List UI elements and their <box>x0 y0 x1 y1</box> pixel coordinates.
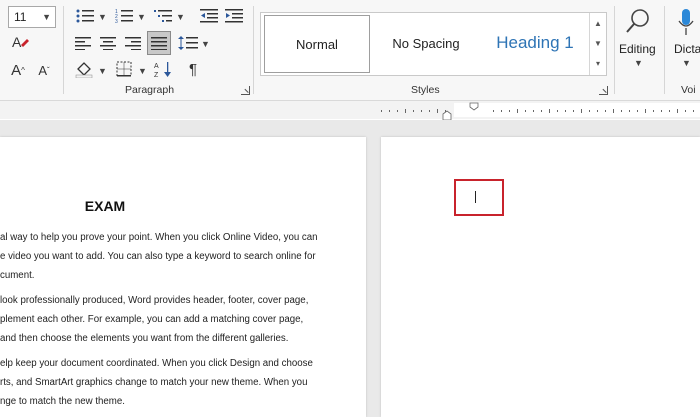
document-line: al way to help you prove your point. Whe… <box>0 232 318 243</box>
grow-font-icon[interactable]: A ^ <box>6 60 30 80</box>
editing-label: Editing <box>619 42 656 56</box>
voice-group-label: Voi <box>681 84 696 96</box>
group-separator <box>664 6 665 94</box>
decrease-indent-icon[interactable] <box>197 6 221 26</box>
chevron-down-icon: ▼ <box>634 58 643 68</box>
document-line: e video you want to add. You can also ty… <box>0 251 316 262</box>
multilevel-list-icon[interactable] <box>151 6 175 26</box>
document-line: elp keep your document coordinated. When… <box>0 358 313 369</box>
document-line: plement each other. For example, you can… <box>0 314 304 325</box>
document-title: EXAM <box>84 198 126 214</box>
chevron-down-icon[interactable]: ▼ <box>138 66 147 76</box>
microphone-icon <box>676 6 696 38</box>
styles-gallery-scroll: ▲ ▼ ▾ <box>589 13 606 75</box>
chevron-down-icon[interactable]: ▼ <box>176 12 185 22</box>
align-left-icon[interactable] <box>72 32 94 54</box>
editing-button[interactable]: Editing ▼ <box>617 4 659 74</box>
chevron-down-icon: ▼ <box>682 58 691 68</box>
svg-text:A: A <box>154 63 159 70</box>
text-cursor <box>475 191 476 203</box>
align-right-icon[interactable] <box>122 32 144 54</box>
font-size-value: 11 <box>14 10 27 24</box>
document-line: and then choose the elements you want fr… <box>0 333 289 344</box>
scroll-up-icon[interactable]: ▲ <box>590 13 606 33</box>
svg-text:3: 3 <box>115 19 118 24</box>
svg-text:A: A <box>12 34 22 50</box>
line-spacing-icon[interactable] <box>176 32 200 54</box>
sort-icon[interactable]: AZ <box>152 58 176 80</box>
group-separator <box>253 6 254 94</box>
document-line: cument. <box>0 270 35 281</box>
styles-gallery: Normal No Spacing Heading 1 ▲ ▼ ▾ <box>260 12 607 76</box>
dictate-button[interactable]: Dicta ▼ <box>670 4 700 74</box>
dictate-label: Dicta <box>674 42 700 56</box>
chevron-down-icon[interactable]: ▼ <box>137 12 146 22</box>
shrink-font-icon[interactable]: Aˇ <box>33 60 55 80</box>
search-icon <box>623 6 653 36</box>
paragraph-launcher-icon[interactable] <box>241 86 250 95</box>
borders-icon[interactable] <box>112 58 136 80</box>
style-heading-1[interactable]: Heading 1 <box>483 15 587 71</box>
increase-indent-icon[interactable] <box>222 6 246 26</box>
more-styles-icon[interactable]: ▾ <box>590 53 606 73</box>
font-size-box[interactable]: 11 ▼ <box>8 6 56 28</box>
document-line: look professionally produced, Word provi… <box>0 295 309 306</box>
paragraph-group-label: Paragraph <box>125 84 175 96</box>
ruler-ticks <box>381 102 694 121</box>
styles-group-label: Styles <box>411 84 440 96</box>
clear-formatting-icon[interactable]: A <box>8 32 32 52</box>
scroll-down-icon[interactable]: ▼ <box>590 33 606 53</box>
bullets-icon[interactable] <box>73 6 97 26</box>
group-separator <box>63 6 64 94</box>
style-normal-label: Normal <box>296 36 338 52</box>
style-no-spacing-label: No Spacing <box>392 35 460 51</box>
numbering-icon[interactable]: 123 <box>112 6 136 26</box>
highlight-box <box>454 179 504 216</box>
shading-icon[interactable] <box>72 58 96 80</box>
chevron-down-icon[interactable]: ▼ <box>201 39 210 49</box>
chevron-down-icon[interactable]: ▼ <box>42 12 51 22</box>
justify-icon[interactable] <box>147 31 171 55</box>
document-page-right[interactable] <box>381 137 700 417</box>
align-center-icon[interactable] <box>97 32 119 54</box>
ribbon: 11 ▼ A A ^ Aˇ ▼ 123 ▼ ▼ ▼ ▼ ▼ A Z ¶ Para… <box>0 0 700 101</box>
style-heading-1-label: Heading 1 <box>496 33 574 52</box>
document-line: nge to match the new theme. <box>0 396 125 407</box>
styles-launcher-icon[interactable] <box>599 86 608 95</box>
group-separator <box>614 6 615 94</box>
pilcrow-icon[interactable]: ¶ <box>182 58 204 80</box>
chevron-down-icon[interactable]: ▼ <box>98 66 107 76</box>
chevron-down-icon[interactable]: ▼ <box>98 12 107 22</box>
svg-text:Z: Z <box>154 72 159 78</box>
style-normal[interactable]: Normal <box>264 15 370 73</box>
style-no-spacing[interactable]: No Spacing <box>372 15 480 71</box>
document-line: rts, and SmartArt graphics change to mat… <box>0 377 308 388</box>
